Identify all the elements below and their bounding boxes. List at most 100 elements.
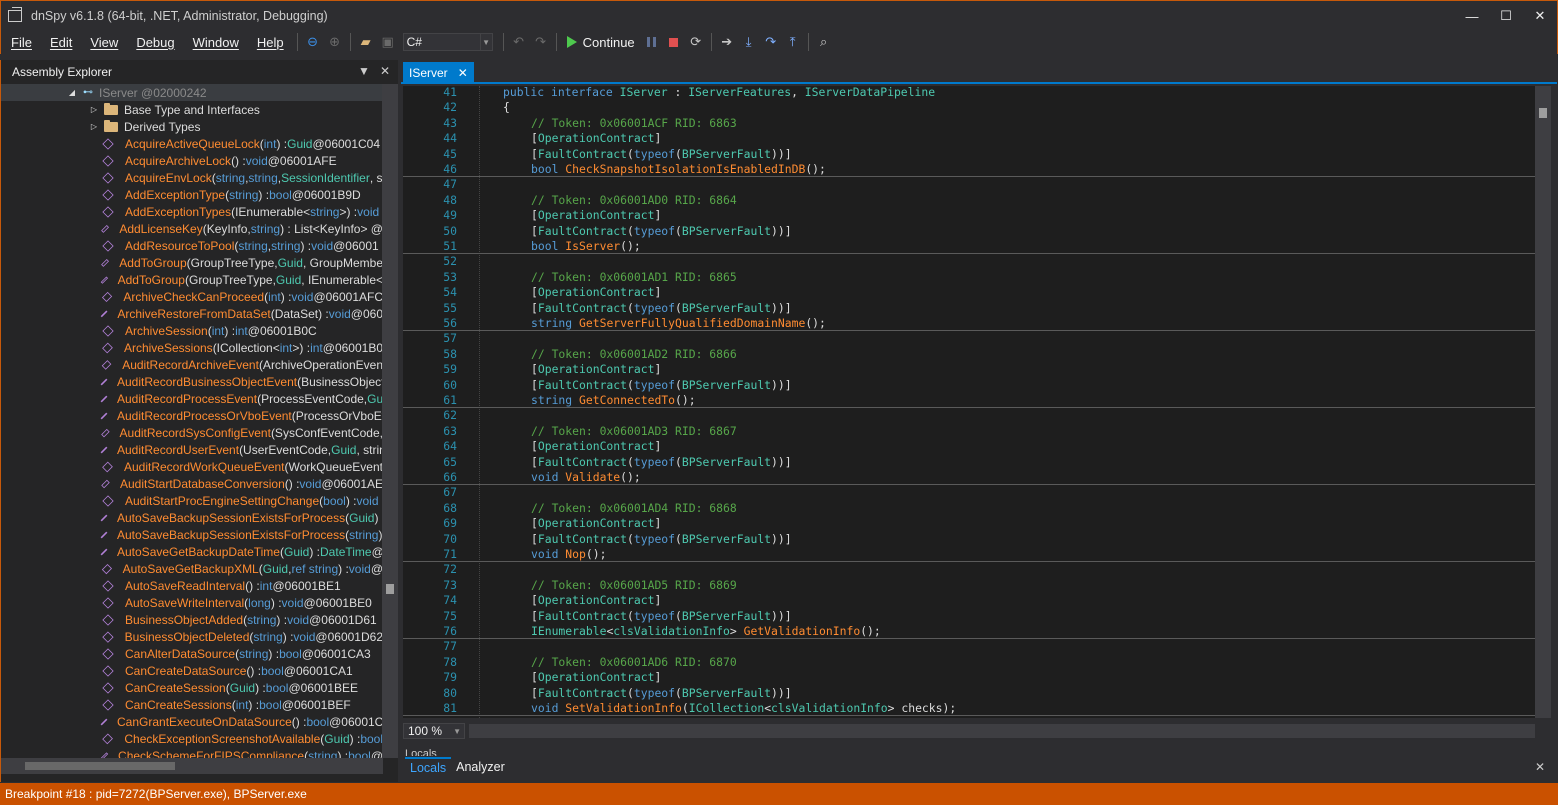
tree-node-method[interactable]: AddExceptionTypes (IEnumerable< string >) :… (1, 203, 383, 220)
tree-node-method[interactable]: ArchiveSessions (ICollection< int >) : int … (1, 339, 383, 356)
tree-node-method[interactable]: CanCreateSession(Guid) : bool @06001BEE (1, 679, 383, 696)
save-all-icon[interactable]: ▣ (377, 31, 399, 53)
expand-collapse-icon[interactable]: ◢ (67, 88, 77, 97)
tree-node-method[interactable]: AutoSaveWriteInterval(long) : void @0600… (1, 594, 383, 611)
menu-window[interactable]: Window (184, 35, 248, 50)
code-token: OperationContract (537, 593, 655, 608)
tree-node-method[interactable]: AutoSaveGetBackupDateTime(Guid) : DateTi… (1, 543, 383, 560)
close-window-button[interactable]: ✕ (1523, 1, 1557, 31)
scrollbar-thumb[interactable] (386, 584, 394, 594)
editor-vertical-scrollbar[interactable] (1535, 86, 1551, 718)
tree-node-derived-types[interactable]: ▷ Derived Types (1, 118, 383, 135)
stop-debugging-button[interactable] (663, 31, 685, 53)
tree-node-method[interactable]: CanAlterDataSource(string) : bool @06001… (1, 645, 383, 662)
tree-node-method[interactable]: BusinessObjectDeleted(string) : void @06… (1, 628, 383, 645)
navigate-forward-icon[interactable]: ⊕ (324, 31, 346, 53)
tab-locals[interactable]: Locals (405, 757, 452, 777)
method-signature-part: long (248, 595, 271, 610)
tree-node-method[interactable]: BusinessObjectAdded(string) : void @0600… (1, 611, 383, 628)
tree-node-method[interactable]: AutoSaveBackupSessionExistsForProcess(Gu… (1, 509, 383, 526)
code-line: 54 [OperationContract] (403, 284, 1535, 300)
minimize-button[interactable]: — (1455, 1, 1489, 31)
tree-node-method[interactable]: AddLicenseKey (KeyInfo, string) : List<Ke… (1, 220, 383, 237)
break-all-button[interactable] (641, 31, 663, 53)
restart-icon[interactable]: ⟳ (685, 31, 707, 53)
tree-node-method[interactable]: AuditRecordProcessEvent (ProcessEventCode… (1, 390, 383, 407)
code-token: // Token: 0x06001AD3 RID: 6867 (531, 423, 737, 438)
method-signature-part: AuditRecordWorkQueueEvent (123, 459, 285, 474)
method-signature-part: string (247, 612, 277, 627)
tree-node-method[interactable]: CanGrantExecuteOnDataSource() : bool @06… (1, 713, 383, 730)
tree-node-method[interactable]: CheckSchemeForFIPSCompliance(string) : b… (1, 747, 383, 758)
menu-debug[interactable]: Debug (127, 35, 183, 50)
code-token: FaultContract (537, 608, 628, 623)
tree-node-method[interactable]: AuditStartProcEngineSettingChange(bool) … (1, 492, 383, 509)
editor-horizontal-scrollbar[interactable] (469, 724, 1535, 738)
tree-node-iserver[interactable]: ◢ ⊷ IServer @02000242 (1, 84, 383, 101)
open-file-icon[interactable]: ▰ (355, 31, 377, 53)
tree-node-method[interactable]: AuditRecordWorkQueueEvent (WorkQueueEvent (1, 458, 383, 475)
tree-node-method[interactable]: AutoSaveBackupSessionExistsForProcess(st… (1, 526, 383, 543)
menu-file[interactable]: File (1, 35, 41, 50)
tree-node-method[interactable]: ArchiveRestoreFromDataSet (DataSet) : voi… (1, 305, 383, 322)
code-token: [ (531, 300, 538, 315)
navigate-back-icon[interactable]: ⊖ (302, 31, 324, 53)
step-into-icon[interactable]: ⤓ (738, 31, 760, 53)
step-over-icon[interactable]: ↷ (760, 31, 782, 53)
line-number: 48 (443, 192, 457, 207)
tree-node-base-types[interactable]: ▷ Base Type and Interfaces (1, 101, 383, 118)
code-editor[interactable]: 41 public interface IServer : IServerFeat… (403, 86, 1535, 718)
code-token: typeof (633, 223, 676, 238)
tree-node-method[interactable]: AddToGroup (GroupTreeType, Guid, IEnumera… (1, 271, 383, 288)
scrollbar-thumb[interactable] (25, 762, 175, 770)
tab-iserver[interactable]: IServer ✕ (403, 62, 474, 84)
tree-node-method[interactable]: AcquireArchiveLock() : void @06001AFE (1, 152, 383, 169)
tree-node-method[interactable]: ArchiveSession(int) : int @06001B0C (1, 322, 383, 339)
tree-node-method[interactable]: CheckExceptionScreenshotAvailable(Guid) … (1, 730, 383, 747)
tree-node-method[interactable]: AuditRecordArchiveEvent (ArchiveOperation… (1, 356, 383, 373)
undo-icon[interactable]: ↶ (508, 31, 530, 53)
close-icon[interactable]: ✕ (380, 64, 390, 78)
pause-icon (647, 37, 657, 47)
close-icon[interactable]: ✕ (458, 66, 468, 80)
scrollbar-thumb[interactable] (1539, 108, 1547, 118)
redo-icon[interactable]: ↷ (530, 31, 552, 53)
explorer-horizontal-scrollbar[interactable] (1, 758, 383, 774)
tree-node-method[interactable]: AuditRecordSysConfigEvent (SysConfEventCo… (1, 424, 383, 441)
tree-node-method[interactable]: AddExceptionType(string) : bool @06001B9… (1, 186, 383, 203)
menu-view[interactable]: View (81, 35, 127, 50)
tree-node-method[interactable]: AddToGroup (GroupTreeType, Guid, GroupMem… (1, 254, 383, 271)
chevron-down-icon[interactable]: ▼ (358, 64, 370, 78)
tree-node-method[interactable]: ArchiveCheckCanProceed(int) : void @0600… (1, 288, 383, 305)
explorer-vertical-scrollbar[interactable] (382, 84, 398, 758)
close-icon[interactable]: ✕ (1535, 760, 1545, 774)
tree-node-method[interactable]: AddResourceToPool(string, string) : void… (1, 237, 383, 254)
language-select[interactable]: C# ▼ (402, 33, 493, 51)
chevron-right-icon[interactable]: ▷ (89, 105, 99, 114)
tree-node-method[interactable]: AuditRecordProcessOrVboEvent (ProcessOrVb… (1, 407, 383, 424)
show-next-statement-icon[interactable]: ➔ (716, 31, 738, 53)
tree-node-method[interactable]: AuditRecordUserEvent (UserEventCode, Guid… (1, 441, 383, 458)
search-icon[interactable]: ⌕ (813, 31, 835, 53)
tree-node-method[interactable]: CanCreateSessions(int) : bool @06001BEF (1, 696, 383, 713)
zoom-select[interactable]: 100 % ▼ (403, 723, 465, 739)
menu-help[interactable]: Help (248, 35, 293, 50)
assembly-tree[interactable]: ◢ ⊷ IServer @02000242 ▷ Base Type and In… (1, 84, 383, 758)
tree-node-method[interactable]: AutoSaveReadInterval() : int @06001BE1 (1, 577, 383, 594)
tab-analyzer[interactable]: Analyzer (451, 757, 510, 777)
code-token: ] (654, 593, 662, 608)
method-icon (101, 258, 110, 267)
menu-edit[interactable]: Edit (41, 35, 81, 50)
method-signature-part: string (349, 527, 379, 542)
continue-button[interactable]: Continue (561, 35, 641, 50)
tree-node-method[interactable]: CanCreateDataSource() : bool @06001CA1 (1, 662, 383, 679)
chevron-right-icon[interactable]: ▷ (89, 122, 99, 131)
tree-node-method[interactable]: AcquireEnvLock(string, string, SessionId… (1, 169, 383, 186)
tree-node-method[interactable]: AuditStartDatabaseConversion() : void @0… (1, 475, 383, 492)
maximize-button[interactable]: ☐ (1489, 1, 1523, 31)
tree-node-method[interactable]: AuditRecordBusinessObjectEvent (BusinessO… (1, 373, 383, 390)
step-out-icon[interactable]: ⤒ (782, 31, 804, 53)
tree-node-method[interactable]: AcquireActiveQueueLock(int) : Guid @0600… (1, 135, 383, 152)
tree-node-method[interactable]: AutoSaveGetBackupXML(Guid, ref string) :… (1, 560, 383, 577)
method-signature-part: ArchiveCheckCanProceed (123, 289, 265, 304)
